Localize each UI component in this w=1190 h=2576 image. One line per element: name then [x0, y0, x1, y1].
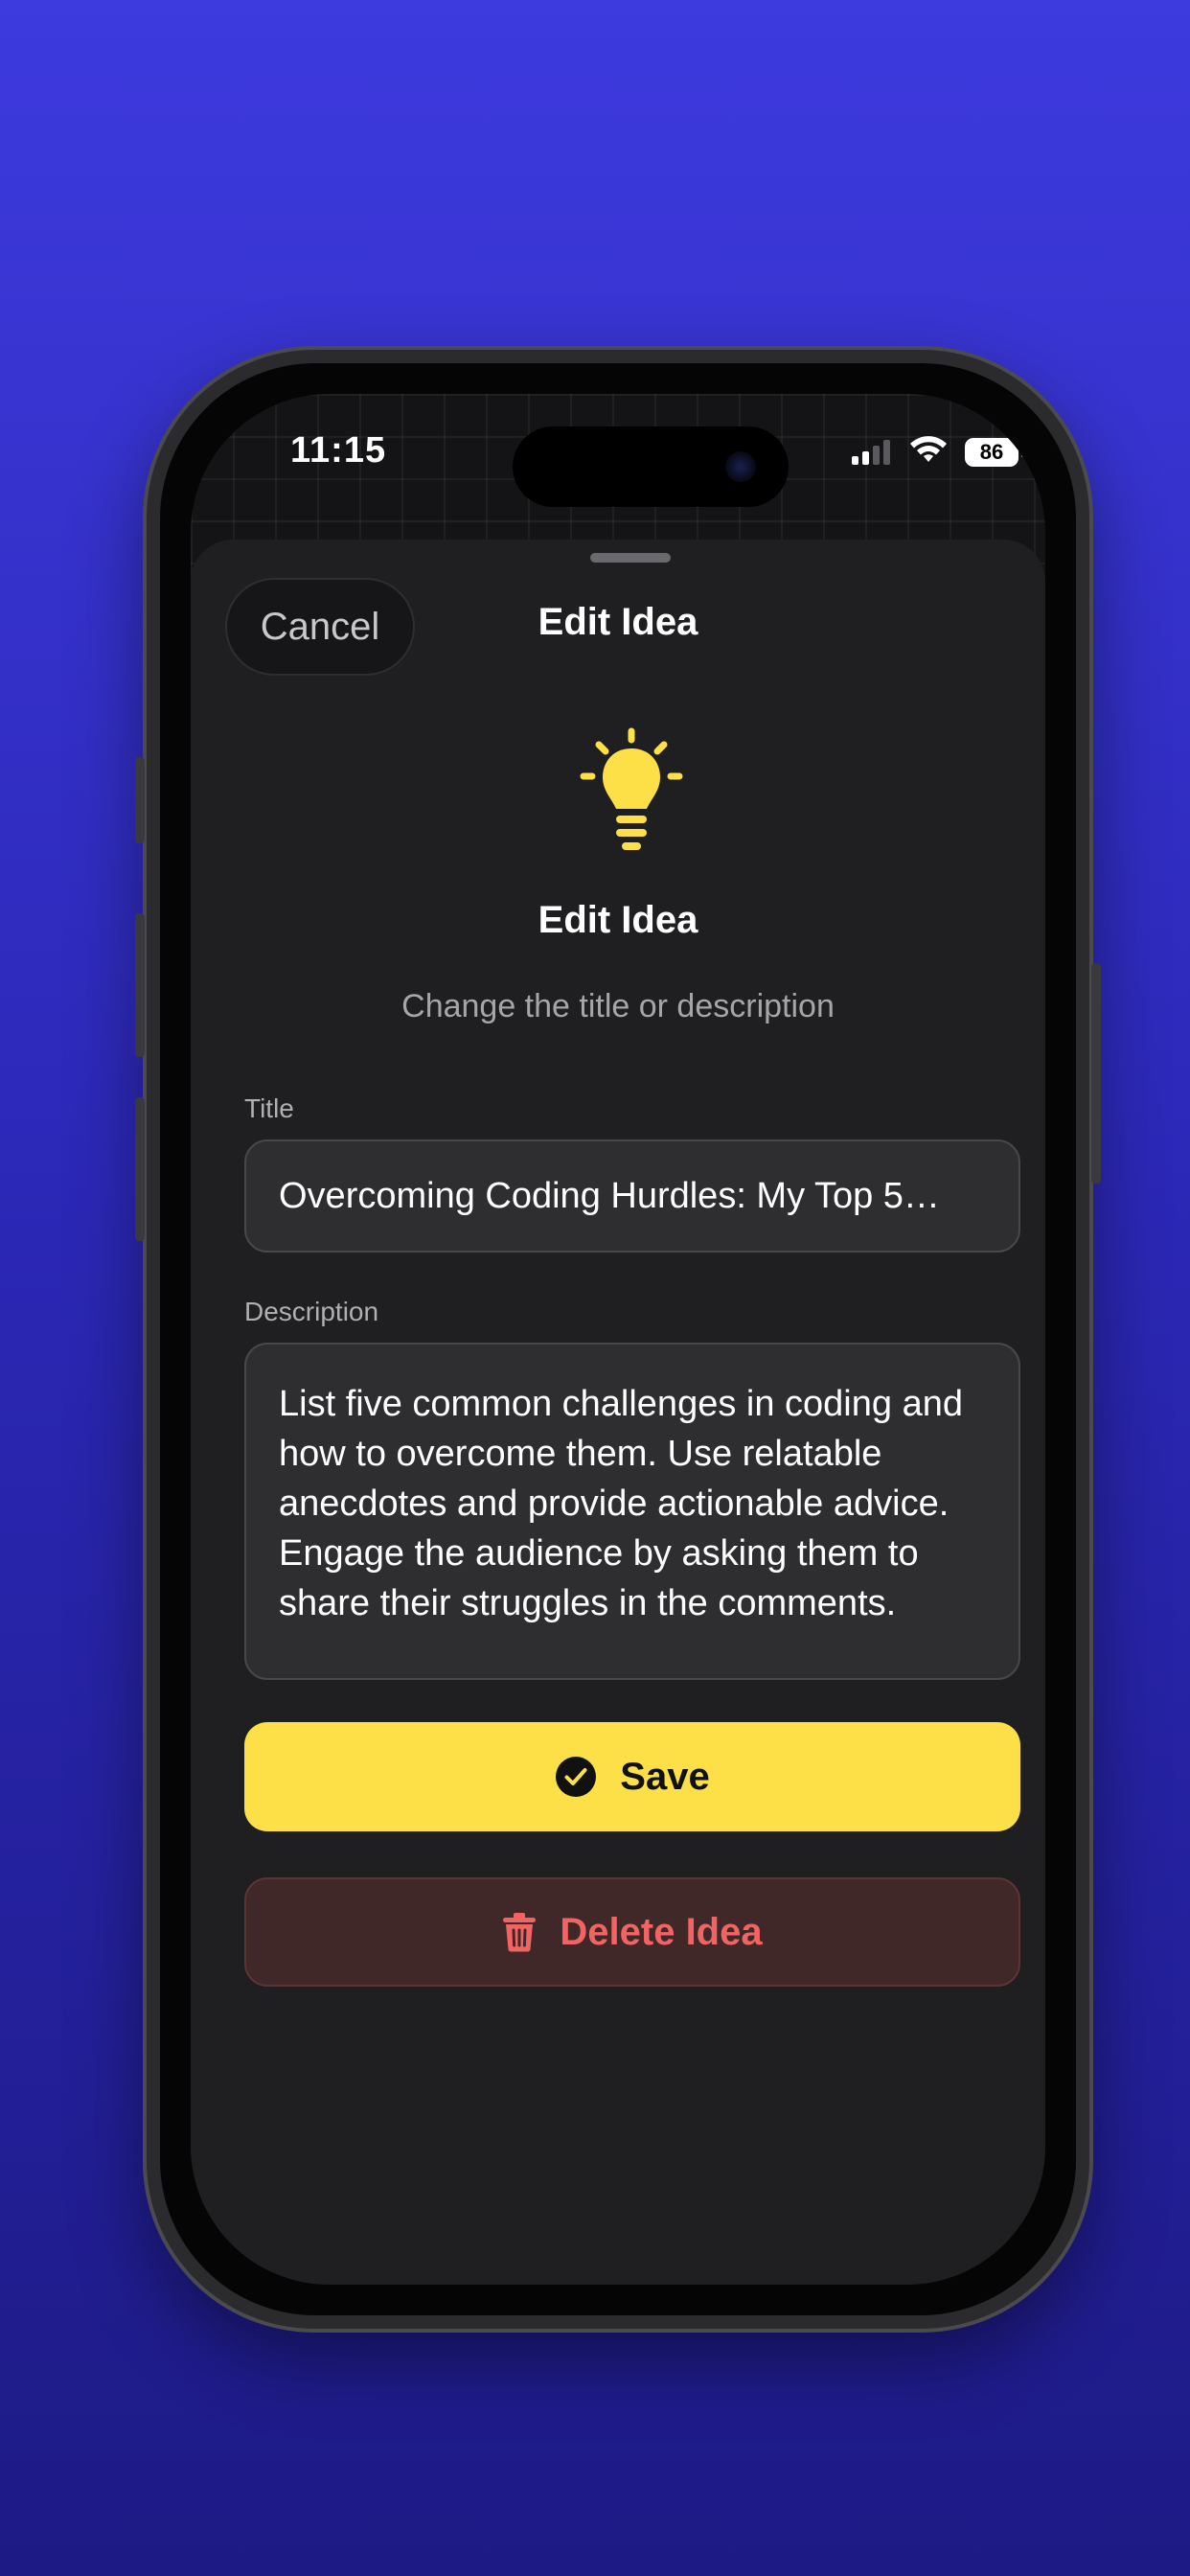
camera-icon — [725, 451, 756, 482]
screen: 11:15 86 Cancel Edit Idea Edit Idea Chan… — [191, 394, 1045, 2285]
trash-icon — [503, 1913, 537, 1952]
delete-idea-button[interactable]: Delete Idea — [244, 1877, 1020, 1987]
volume-down-button — [135, 1097, 145, 1241]
edit-idea-sheet: Cancel Edit Idea Edit Idea Change the ti… — [191, 540, 1045, 2285]
volume-up-button — [135, 913, 145, 1057]
save-label: Save — [620, 1755, 710, 1798]
phone-frame: 11:15 86 Cancel Edit Idea Edit Idea Chan… — [135, 350, 1101, 2329]
lightbulb-icon — [580, 727, 683, 850]
status-bar: 11:15 86 — [191, 394, 1045, 528]
checkmark-circle-icon — [556, 1757, 597, 1797]
nav-title: Edit Idea — [538, 601, 698, 643]
delete-label: Delete Idea — [560, 1910, 763, 1953]
sheet-grabber[interactable] — [590, 553, 671, 563]
wifi-icon — [910, 436, 947, 462]
power-button — [1091, 963, 1101, 1184]
title-input[interactable]: Overcoming Coding Hurdles: My Top 5… — [244, 1139, 1020, 1253]
status-time: 11:15 — [290, 430, 387, 471]
battery-icon: 86 — [965, 438, 1025, 467]
signal-icon — [852, 440, 890, 465]
header-title: Edit Idea — [538, 899, 698, 941]
description-textarea[interactable]: List five common challenges in coding an… — [244, 1343, 1020, 1680]
title-label: Title — [244, 1093, 294, 1123]
action-button — [135, 757, 145, 843]
bezel: 11:15 86 Cancel Edit Idea Edit Idea Chan… — [160, 363, 1076, 2315]
header-subtitle: Change the title or description — [401, 988, 835, 1024]
save-button[interactable]: Save — [244, 1722, 1020, 1831]
description-label: Description — [244, 1297, 379, 1326]
dynamic-island — [513, 426, 789, 507]
